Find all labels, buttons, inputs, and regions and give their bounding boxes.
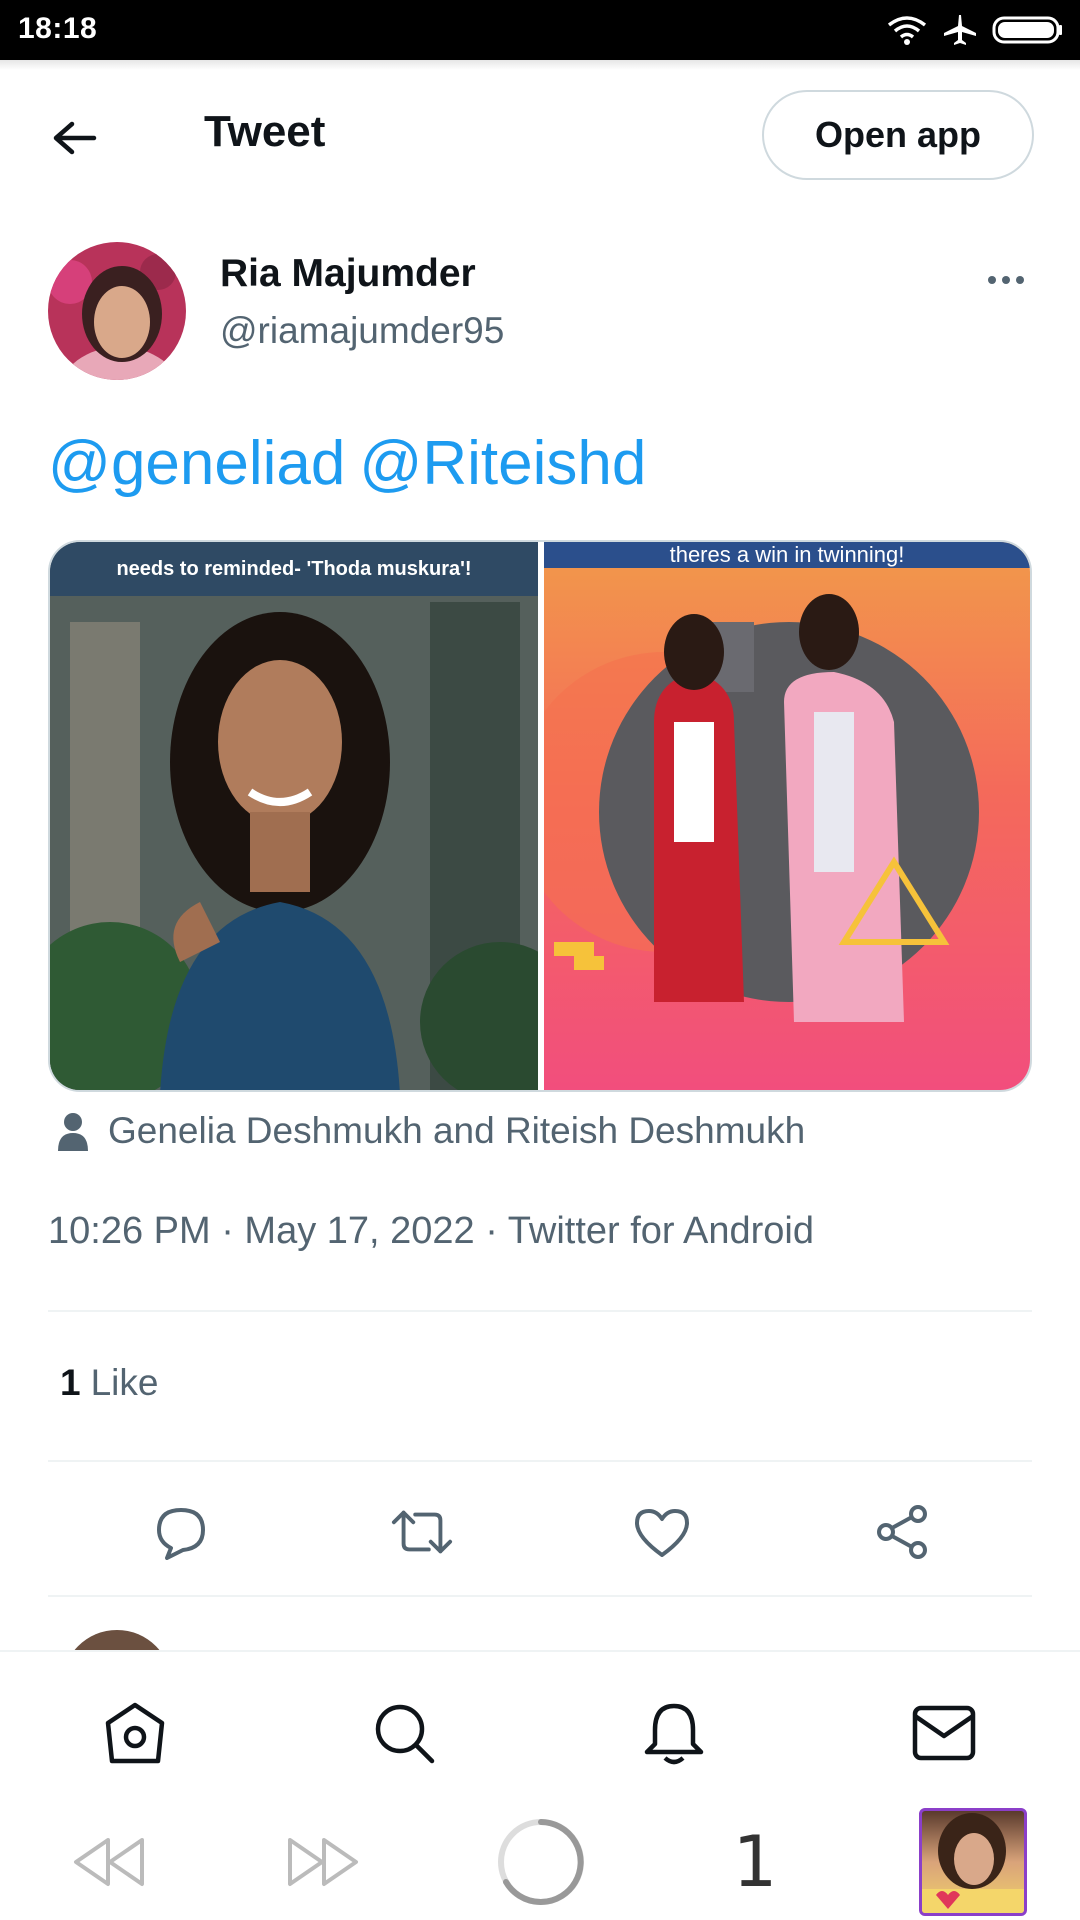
like-button[interactable] — [630, 1500, 694, 1564]
tab-count-button[interactable]: 1 — [720, 1812, 790, 1912]
share-icon — [877, 1505, 927, 1559]
browser-reload-button[interactable] — [496, 1812, 586, 1912]
more-dot-icon — [1002, 276, 1010, 284]
nav-home[interactable] — [99, 1697, 171, 1769]
open-app-button[interactable]: Open app — [762, 90, 1034, 180]
airplane-mode-icon — [944, 15, 976, 45]
tweet-header: Tweet Open app — [0, 60, 1080, 205]
reply-icon — [157, 1508, 205, 1560]
tweet-actions — [48, 1490, 1032, 1570]
tagged-people-label: Genelia Deshmukh and Riteish Deshmukh — [108, 1110, 806, 1151]
header-shadow — [0, 60, 1080, 70]
heart-icon — [635, 1509, 689, 1557]
reply-button[interactable] — [149, 1500, 213, 1564]
nav-messages[interactable] — [908, 1697, 980, 1769]
tweet-timestamp: 10:26 PM · May 17, 2022 · Twitter for An… — [48, 1210, 815, 1252]
mail-icon — [912, 1705, 976, 1761]
tweet-text: @geneliad @Riteishd — [48, 428, 660, 499]
more-dot-icon — [988, 276, 996, 284]
mention-link[interactable]: @geneliad — [48, 429, 345, 498]
browser-forward-button[interactable] — [284, 1812, 364, 1912]
divider — [48, 1310, 1032, 1312]
back-arrow-icon — [53, 121, 97, 155]
share-button[interactable] — [870, 1500, 934, 1564]
nav-notifications[interactable] — [638, 1697, 710, 1769]
likes-summary[interactable]: 1 Like — [60, 1362, 158, 1404]
battery-icon — [992, 16, 1062, 44]
media-image-left[interactable]: needs to reminded- 'Thoda muskura'! — [50, 542, 538, 1090]
author-handle[interactable]: @riamajumder95 — [220, 310, 504, 352]
likes-label: Like — [90, 1362, 159, 1403]
browser-back-button[interactable] — [68, 1812, 148, 1912]
loading-spinner-icon — [498, 1819, 584, 1905]
bell-icon — [644, 1703, 704, 1765]
nav-search[interactable] — [368, 1697, 440, 1769]
status-time: 18:18 — [18, 12, 98, 45]
mention-link[interactable]: @Riteishd — [359, 429, 646, 498]
likes-count: 1 — [60, 1362, 81, 1403]
wifi-icon — [887, 16, 927, 45]
retweet-button[interactable] — [390, 1500, 454, 1564]
home-icon — [105, 1702, 165, 1764]
tab-thumbnail — [919, 1808, 1027, 1916]
browser-toolbar: 1 — [0, 1800, 1080, 1920]
rewind-icon — [74, 1838, 144, 1886]
photo-right-illustration — [544, 594, 979, 1022]
status-bar: 18:18 — [0, 0, 1080, 60]
tab-count: 1 — [732, 1821, 778, 1903]
divider — [48, 1460, 1032, 1462]
retweet-icon — [391, 1510, 453, 1554]
page-title: Tweet — [204, 107, 326, 156]
photo-left-illustration — [50, 596, 538, 1090]
author-avatar[interactable] — [48, 242, 186, 380]
tab-thumbnail-button[interactable] — [918, 1808, 1028, 1916]
tagged-people[interactable]: Genelia Deshmukh and Riteish Deshmukh — [56, 1108, 805, 1154]
tweet-media[interactable]: needs to reminded- 'Thoda muskura'! ther… — [48, 540, 1032, 1092]
search-icon — [375, 1704, 435, 1764]
status-icons — [886, 12, 1064, 48]
more-options-button[interactable] — [980, 262, 1032, 298]
author-name[interactable]: Ria Majumder — [220, 252, 476, 296]
bottom-nav — [0, 1650, 1080, 1800]
more-dot-icon — [1016, 276, 1024, 284]
divider — [48, 1595, 1032, 1597]
person-icon — [58, 1113, 88, 1151]
media-image-right[interactable]: theres a win in twinning! — [544, 542, 1030, 1090]
back-button[interactable] — [44, 108, 104, 168]
fast-forward-icon — [288, 1838, 358, 1886]
media-left-caption: needs to reminded- 'Thoda muskura'! — [50, 542, 538, 596]
media-right-caption: theres a win in twinning! — [544, 542, 1030, 568]
